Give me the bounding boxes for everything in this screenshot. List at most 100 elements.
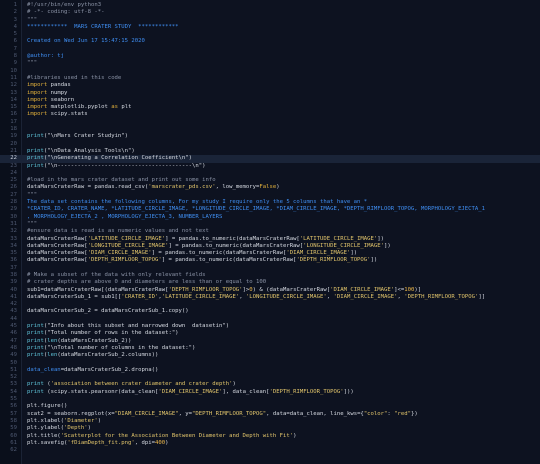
code-line[interactable]: 25 #load in the mars crater dataset and p… [0, 177, 540, 184]
code-line[interactable]: 30 , MORPHOLOGY_EJECTA_2 , MORPHOLOGY_EJE… [0, 214, 540, 221]
code-line[interactable]: 58 plt.xlabel('Diameter') [0, 418, 540, 425]
code-line[interactable]: 43 dataMarsCraterSub_2 = dataMarsCraterSu… [0, 308, 540, 315]
code-line[interactable]: 23 print("\n-----------------------------… [0, 163, 540, 170]
line-number: 58 [10, 417, 17, 424]
code-token: plt.ylabel( [27, 425, 65, 432]
code-line[interactable]: 54 print (scipy.stats.pearsonr(data_clean… [0, 389, 540, 396]
code-token: import [27, 96, 48, 103]
code-line[interactable]: 61 plt.savefig('fDiamDepth_fit.png', dpi=… [0, 440, 540, 447]
code-line[interactable]: 5 [0, 31, 540, 38]
code-line[interactable]: 27 """ [0, 192, 540, 199]
code-line[interactable]: 9 """ [0, 60, 540, 67]
code-line[interactable]: 36 dataMarsCraterRaw['DEPTH_RIMFLOOR_TOPO… [0, 257, 540, 264]
code-line[interactable]: 45 print("Info about this subset and narr… [0, 323, 540, 330]
code-line[interactable]: 48 print("\nTotal number of columns in th… [0, 345, 540, 352]
line-code: print("\nGenerating a Correlation Coeffi… [27, 155, 538, 162]
code-line[interactable]: 40 sub1=dataMarsCraterRaw[(dataMarsCrater… [0, 287, 540, 294]
code-line[interactable]: 28 The data set contains the following co… [0, 199, 540, 206]
code-token: import [27, 111, 48, 118]
code-line[interactable]: 41 dataMarsCraterSub_1 = sub1[['CRATER_ID… [0, 294, 540, 301]
code-line[interactable]: 57 scat2 = seaborn.regplot(x="DIAM_CIRCLE… [0, 411, 540, 418]
line-number: 4 [13, 23, 17, 30]
code-token: #libraries used in this code [27, 74, 122, 81]
line-code: # Make a subset of the data with only re… [27, 272, 538, 279]
code-line[interactable]: 21 print("\nData Analysis Tools\n") [0, 148, 540, 155]
code-token: data_clean [27, 366, 61, 373]
code-line[interactable]: 19 print("\nMars Crater Studyin") [0, 133, 540, 140]
code-line[interactable]: 20 [0, 141, 540, 148]
code-token: print [27, 381, 44, 388]
code-line[interactable]: 13 import numpy [0, 90, 540, 97]
code-line[interactable]: 32 #ensure data is read is as numeric val… [0, 228, 540, 235]
code-line[interactable]: 26 dataMarsCraterRaw = pandas.read_csv('m… [0, 184, 540, 191]
code-line[interactable]: 47 print(len(dataMarsCraterSub_2)) [0, 338, 540, 345]
code-token: 'DEPTH_RIMFLOOR_TOPOG' [269, 388, 344, 395]
line-number: 25 [10, 177, 17, 184]
code-line[interactable]: 39 # crater depths are above 0 and diamet… [0, 279, 540, 286]
code-line[interactable]: 24 [0, 170, 540, 177]
code-line[interactable]: 2 # -*- coding: utf-8 -*- [0, 9, 540, 16]
code-token: plt.title( [27, 432, 61, 439]
code-line[interactable]: 17 [0, 119, 540, 126]
code-token: dataMarsCraterRaw[ [27, 242, 88, 249]
code-line[interactable]: 42 [0, 301, 540, 308]
code-line[interactable]: 59 plt.ylabel('Depth') [0, 425, 540, 432]
code-line[interactable]: 12 import pandas [0, 82, 540, 89]
code-line[interactable]: 50 [0, 360, 540, 367]
code-token: @author: tj [27, 53, 65, 60]
code-line[interactable]: 44 [0, 316, 540, 323]
code-line[interactable]: 38 # Make a subset of the data with only … [0, 272, 540, 279]
code-token: """ [27, 191, 38, 198]
code-line[interactable]: 10 [0, 68, 540, 75]
line-number: 38 [10, 271, 17, 278]
code-line[interactable]: 37 [0, 265, 540, 272]
code-token: import [27, 82, 48, 89]
code-token: #!/usr/bin/env python3 [27, 2, 102, 8]
code-line[interactable]: 16 import scipy.stats [0, 111, 540, 118]
code-line[interactable]: 1 #!/usr/bin/env python3 [0, 2, 540, 9]
code-token: 'association between crater diameter and… [50, 381, 233, 388]
code-line[interactable]: 53 print ('association between crater dia… [0, 381, 540, 388]
code-editor[interactable]: 1 #!/usr/bin/env python3 2 # -*- coding: ut… [0, 0, 540, 464]
line-code: data_clean=dataMarsCraterSub_2.dropna() [27, 367, 538, 374]
code-token: ) [232, 381, 236, 388]
code-token: *CRATER_ID, CRATER_NAME, *LATITUDE_CIRCL… [27, 206, 486, 213]
code-line[interactable]: 49 print(len(dataMarsCraterSub_2.columns)… [0, 352, 540, 359]
line-code: plt.savefig('fDiamDepth_fit.png', dpi=40… [27, 440, 538, 447]
code-line[interactable]: 55 [0, 396, 540, 403]
code-line[interactable]: 11 #libraries used in this code [0, 75, 540, 82]
code-line[interactable]: 51 data_clean=dataMarsCraterSub_2.dropna(… [0, 367, 540, 374]
code-line[interactable]: 18 [0, 126, 540, 133]
code-token: """ [27, 60, 38, 67]
code-line[interactable]: 15 import matplotlib.pyplot as plt [0, 104, 540, 111]
code-line[interactable]: 31 """ [0, 221, 540, 228]
code-line[interactable]: 60 plt.title('Scatterplot for the Associa… [0, 433, 540, 440]
code-token: ] = pandas.to_numeric(dataMarsCraterRaw[ [168, 242, 304, 249]
code-line[interactable]: 34 dataMarsCraterRaw['LONGITUDE_CIRCLE_IM… [0, 243, 540, 250]
code-line[interactable]: 46 print("Total number of rows in the dat… [0, 330, 540, 337]
code-token: 'DIAM_CIRCLE_IMAGE' [330, 286, 395, 293]
code-line[interactable]: 35 dataMarsCraterRaw['DIAM_CIRCLE_IMAGE']… [0, 250, 540, 257]
code-token: ************ MARS CRATER STUDY *********… [27, 23, 179, 30]
code-token: matplotlib.pyplot [47, 104, 112, 111]
code-token: , data=data_clean, line_kws={ [266, 410, 364, 417]
code-line[interactable]: 3 """ [0, 17, 540, 24]
line-code: #!/usr/bin/env python3 [27, 2, 538, 9]
code-token: as [111, 104, 118, 111]
code-line[interactable]: 29 *CRATER_ID, CRATER_NAME, *LATITUDE_CIR… [0, 206, 540, 213]
code-line[interactable]: 7 [0, 46, 540, 53]
code-line[interactable]: 56 plt.figure() [0, 403, 540, 410]
code-line[interactable]: 6 Created on Wed Jun 17 15:47:15 2020 [0, 38, 540, 45]
code-line[interactable]: 8 @author: tj [0, 53, 540, 60]
code-line[interactable]: 4 ************ MARS CRATER STUDY ********… [0, 24, 540, 31]
code-token: import [27, 89, 48, 96]
line-code: , MORPHOLOGY_EJECTA_2 , MORPHOLOGY_EJECT… [27, 214, 538, 221]
code-line[interactable]: 22 print("\nGenerating a Correlation Coef… [0, 155, 540, 163]
line-code: dataMarsCraterRaw['LATITUDE_CIRCLE_IMAGE… [27, 236, 538, 243]
code-line[interactable]: 14 import seaborn [0, 97, 540, 104]
code-token: dataMarsCraterSub_2 = dataMarsCraterSub_… [27, 308, 189, 315]
code-line[interactable]: 33 dataMarsCraterRaw['LATITUDE_CIRCLE_IMA… [0, 236, 540, 243]
code-line[interactable]: 52 [0, 374, 540, 381]
line-number: 47 [10, 337, 17, 344]
code-line[interactable]: 62 [0, 447, 540, 454]
